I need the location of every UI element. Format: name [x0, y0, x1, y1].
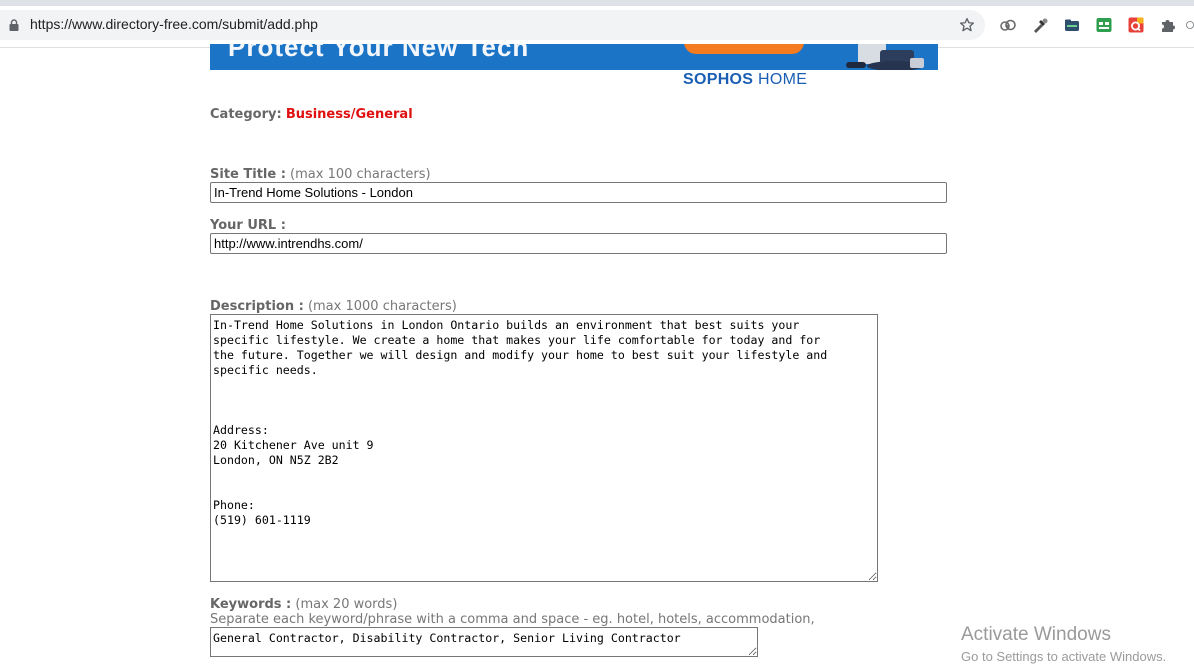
extension-robot-icon[interactable] [1095, 16, 1113, 34]
keywords-instruction: Separate each keyword/phrase with a comm… [210, 612, 815, 627]
description-label: Description : [210, 299, 304, 314]
extensions-puzzle-icon[interactable] [1159, 16, 1177, 34]
address-bar[interactable]: https://www.directory-free.com/submit/ad… [0, 10, 985, 40]
url-text[interactable]: https://www.directory-free.com/submit/ad… [30, 16, 318, 32]
browser-toolbar: https://www.directory-free.com/submit/ad… [0, 0, 1194, 48]
keywords-textarea[interactable]: General Contractor, Disability Contracto… [210, 627, 758, 657]
banner-headline: Protect Your New Tech [228, 44, 530, 62]
site-title-label: Site Title : [210, 167, 286, 182]
extension-cloud-icon[interactable] [999, 16, 1017, 34]
profile-avatar[interactable] [1186, 16, 1194, 34]
extension-eyedropper-icon[interactable] [1031, 16, 1049, 34]
keywords-hint: (max 20 words) [291, 597, 398, 612]
logo-light-text: HOME [753, 71, 808, 88]
logo-bold-text: SOPHOS [683, 71, 754, 88]
url-input[interactable] [210, 233, 947, 254]
description-textarea[interactable]: In-Trend Home Solutions in London Ontari… [210, 314, 878, 582]
url-label: Your URL : [210, 218, 286, 233]
description-hint: (max 1000 characters) [303, 299, 457, 314]
description-label-row: Description : (max 1000 characters) [210, 299, 457, 314]
sophos-banner-ad[interactable]: Protect Your New Tech [210, 44, 938, 70]
url-label-row: Your URL : [210, 218, 286, 233]
keywords-label-row: Keywords : (max 20 words) [210, 597, 397, 612]
banner-cta-button[interactable] [684, 44, 804, 54]
lock-icon[interactable] [9, 19, 19, 31]
keywords-label: Keywords : [210, 597, 292, 612]
banner-person-illustration [846, 44, 924, 70]
category-row: Category: Business/General [210, 107, 413, 122]
bookmark-star-icon[interactable] [958, 16, 976, 34]
site-title-input[interactable] [210, 182, 947, 203]
category-value: Business/General [285, 107, 413, 122]
tab-strip-edge [0, 0, 1194, 6]
extension-q-icon[interactable] [1127, 16, 1145, 34]
keywords-instruction-row: Separate each keyword/phrase with a comm… [210, 612, 815, 627]
activate-windows-title: Activate Windows [961, 624, 1111, 645]
site-title-label-row: Site Title : (max 100 characters) [210, 167, 431, 182]
sophos-home-logo[interactable]: SOPHOS HOME [683, 71, 807, 89]
category-label: Category: [210, 107, 282, 122]
extension-folder-icon[interactable] [1063, 16, 1081, 34]
site-title-hint: (max 100 characters) [285, 167, 431, 182]
